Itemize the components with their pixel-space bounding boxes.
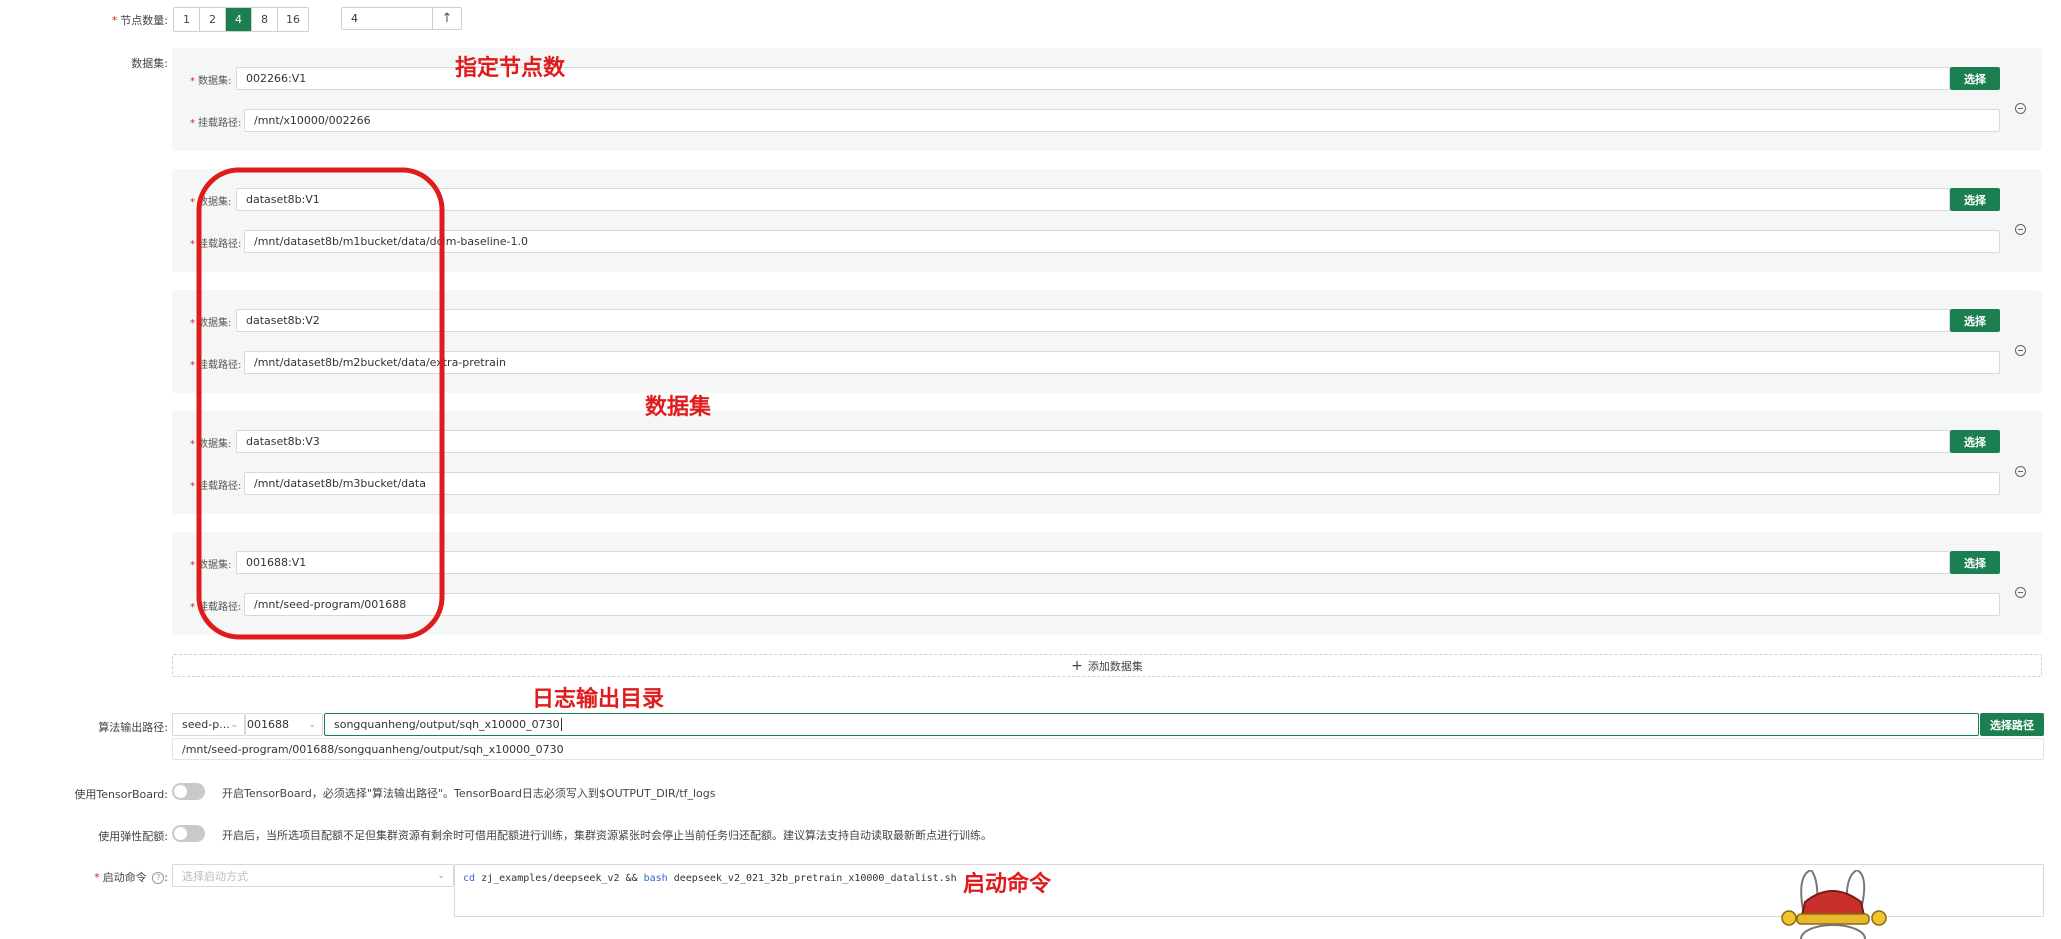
output-path-value: songquanheng/output/sqh_x10000_0730 — [334, 718, 560, 731]
remove-dataset-icon[interactable] — [2015, 103, 2026, 114]
chevron-down-icon: ⌄ — [437, 870, 445, 881]
node-count-segmented: 1 2 4 8 16 — [173, 7, 309, 32]
add-dataset-button[interactable]: + 添加数据集 — [172, 654, 2042, 677]
arrow-up-icon[interactable]: ↑ — [432, 8, 461, 29]
select-dataset-button[interactable]: 选择 — [1950, 188, 2000, 211]
annotation-red-rounded-rect — [196, 167, 445, 640]
select-dataset-button[interactable]: 选择 — [1950, 67, 2000, 90]
mount-label: * 挂载路径: — [190, 118, 242, 129]
project-select-value: 001688 — [247, 718, 289, 731]
annotation-log-output: 日志输出目录 — [532, 686, 665, 712]
tensorboard-hint: 开启TensorBoard，必须选择"算法输出路径"。TensorBoard日志… — [222, 787, 716, 800]
mount-path-input[interactable]: /mnt/seed-program/001688 — [244, 593, 2000, 616]
elastic-quota-hint: 开启后，当所选项目配额不足但集群资源有剩余时可借用配额进行训练，集群资源紧张时会… — [222, 829, 992, 842]
elastic-quota-label: 使用弹性配额: — [98, 830, 168, 843]
dataset-card-4: * 数据集: dataset8b:V3 选择 * 挂载路径: /mnt/datase… — [172, 411, 2042, 514]
full-output-path-value: /mnt/seed-program/001688/songquanheng/ou… — [182, 742, 564, 756]
project-select[interactable]: 001688 ⌄ — [245, 713, 323, 736]
mount-path-input[interactable]: /mnt/dataset8b/m2bucket/data/extra-pretr… — [244, 351, 2000, 374]
chevron-down-icon: ⌄ — [230, 719, 238, 730]
mount-path-input[interactable]: /mnt/dataset8b/m1bucket/data/dclm-baseli… — [244, 230, 2000, 253]
start-command-label: * 启动命令 ?: — [94, 871, 168, 884]
command-keyword-bash: bash — [643, 873, 668, 884]
dataset-input[interactable]: dataset8b:V2 — [236, 309, 1950, 332]
mount-path-input[interactable]: /mnt/x10000/002266 — [244, 109, 2000, 132]
dataset-input[interactable]: dataset8b:V1 — [236, 188, 1950, 211]
select-dataset-button[interactable]: 选择 — [1950, 430, 2000, 453]
annotation-start-command: 启动命令 — [963, 871, 1052, 897]
dataset-label: * 数据集: — [190, 76, 232, 87]
start-method-select[interactable]: 选择启动方式 ⌄ — [172, 864, 454, 887]
help-icon[interactable]: ? — [152, 872, 165, 884]
tensorboard-label: 使用TensorBoard: — [74, 788, 168, 801]
command-script-text: deepseek_v2_021_32b_pretrain_x10000_data… — [667, 873, 957, 884]
dataset-card-3: * 数据集: dataset8b:V2 选择 * 挂载路径: /mnt/datase… — [172, 290, 2042, 393]
full-output-path: /mnt/seed-program/001688/songquanheng/ou… — [172, 738, 2044, 760]
annotation-dataset: 数据集 — [645, 394, 712, 420]
command-path-text: zj_examples/deepseek_v2 && — [475, 873, 644, 884]
select-dataset-button[interactable]: 选择 — [1950, 551, 2000, 574]
node-count-input[interactable]: 4 ↑ — [341, 7, 462, 30]
output-path-input[interactable]: songquanheng/output/sqh_x10000_0730 — [324, 713, 1979, 736]
node-option-2[interactable]: 2 — [200, 8, 226, 31]
datasets-label: 数据集: — [131, 57, 168, 70]
storage-select[interactable]: seed-p... ⌄ — [172, 713, 245, 736]
plus-icon: + — [1071, 657, 1083, 674]
dataset-card-5: * 数据集: 001688:V1 选择 * 挂载路径: /mnt/seed-prog… — [172, 532, 2042, 635]
node-option-16[interactable]: 16 — [278, 8, 308, 31]
remove-dataset-icon[interactable] — [2015, 466, 2026, 477]
elastic-quota-toggle[interactable] — [172, 825, 205, 842]
remove-dataset-icon[interactable] — [2015, 587, 2026, 598]
storage-select-value: seed-p... — [182, 718, 230, 731]
node-option-4[interactable]: 4 — [226, 8, 252, 31]
tensorboard-toggle[interactable] — [172, 783, 205, 800]
chevron-down-icon: ⌄ — [308, 719, 316, 730]
mount-path-input[interactable]: /mnt/dataset8b/m3bucket/data — [244, 472, 2000, 495]
start-method-placeholder: 选择启动方式 — [182, 869, 248, 883]
dataset-card-2: * 数据集: dataset8b:V1 选择 * 挂载路径: /mnt/datase… — [172, 169, 2042, 272]
command-keyword-cd: cd — [463, 873, 476, 884]
dataset-card-1: * 数据集: 002266:V1 选择 * 挂载路径: /mnt/x10000/00… — [172, 48, 2042, 151]
output-path-label: 算法输出路径: — [98, 721, 168, 734]
dataset-input[interactable]: dataset8b:V3 — [236, 430, 1950, 453]
select-dataset-button[interactable]: 选择 — [1950, 309, 2000, 332]
dataset-input[interactable]: 001688:V1 — [236, 551, 1950, 574]
remove-dataset-icon[interactable] — [2015, 224, 2026, 235]
annotation-node-count: 指定节点数 — [455, 55, 566, 81]
remove-dataset-icon[interactable] — [2015, 345, 2026, 356]
select-path-button[interactable]: 选择路径 — [1980, 713, 2044, 736]
node-option-8[interactable]: 8 — [252, 8, 278, 31]
mascot-decoration — [1781, 870, 1887, 939]
add-dataset-label: 添加数据集 — [1087, 659, 1143, 673]
node-option-1[interactable]: 1 — [174, 8, 200, 31]
node-count-label: * 节点数量: — [111, 14, 168, 27]
node-count-value[interactable]: 4 — [342, 8, 432, 29]
